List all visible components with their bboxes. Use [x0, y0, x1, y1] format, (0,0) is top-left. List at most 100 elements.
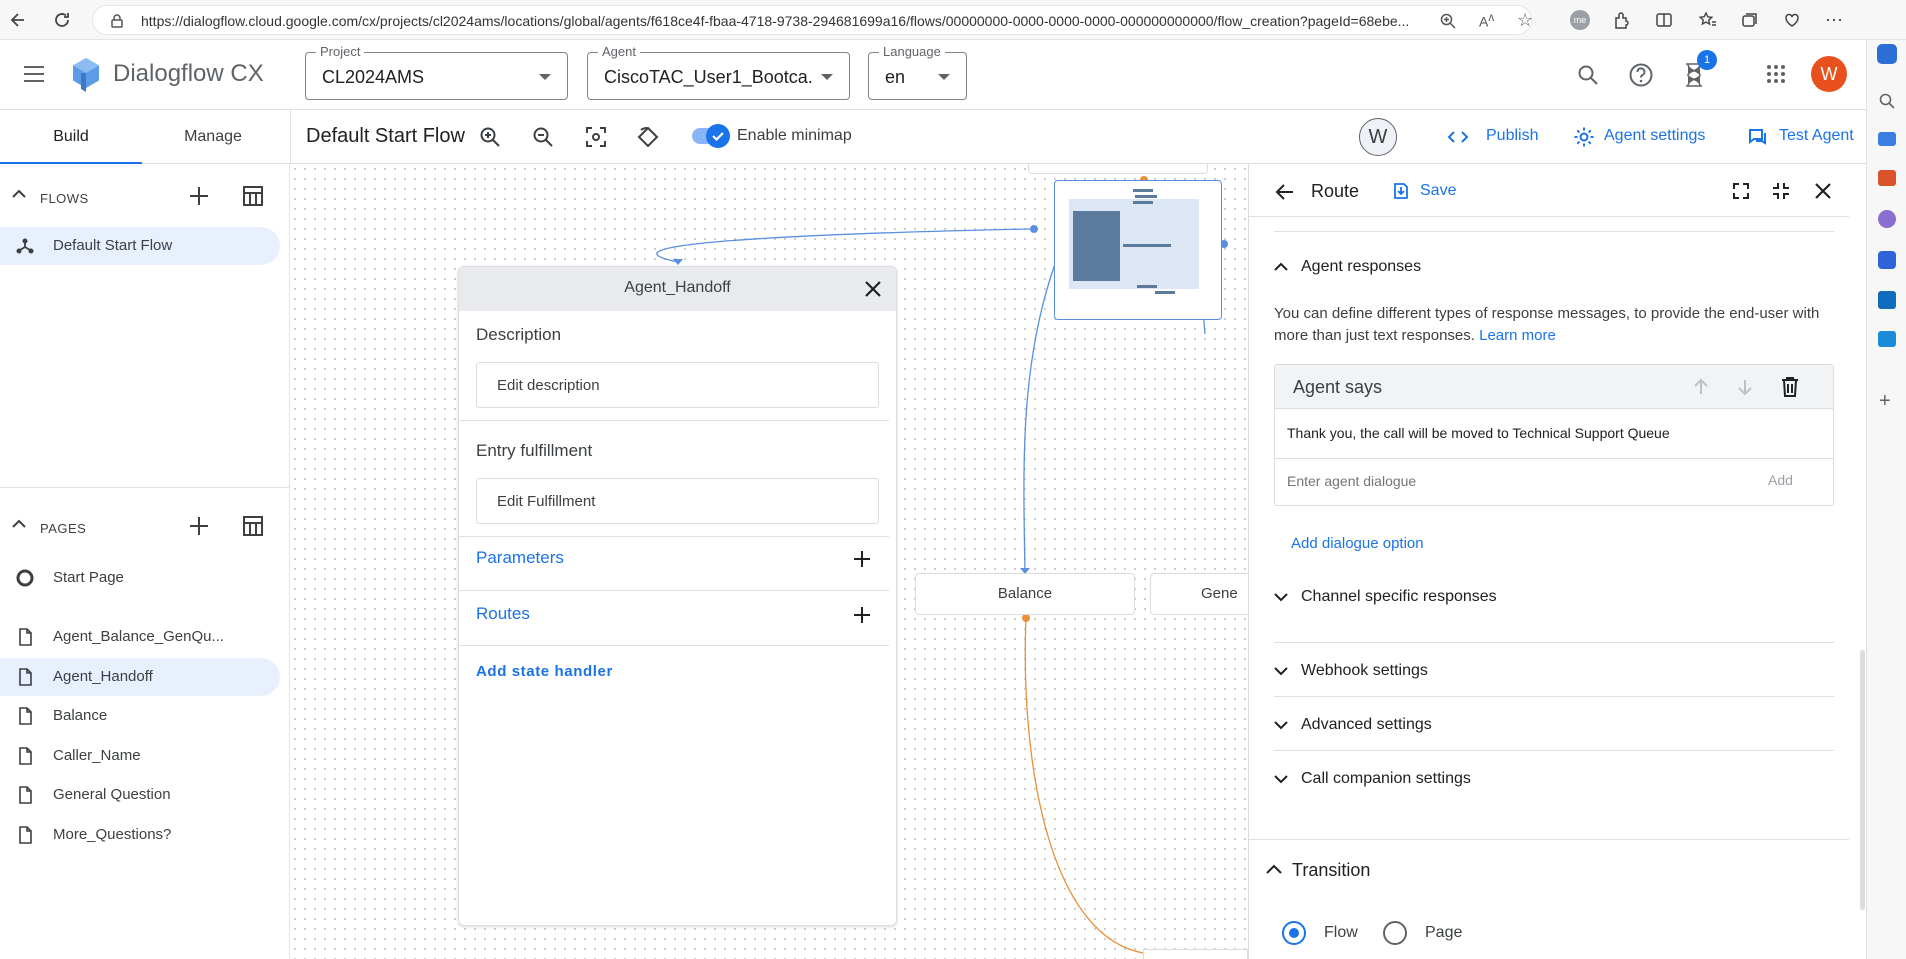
left-navigation: FLOWS Default Start Flow PAGES Start Pag…: [0, 164, 290, 959]
apps-grid-icon[interactable]: [1766, 64, 1786, 84]
add-dialogue-option-link[interactable]: Add dialogue option: [1291, 535, 1424, 552]
extensions-icon[interactable]: [1610, 8, 1634, 32]
chevron-up-icon[interactable]: [12, 189, 26, 199]
close-icon[interactable]: [863, 279, 883, 299]
edit-description-button[interactable]: Edit description: [476, 362, 879, 408]
agent-says-text[interactable]: Thank you, the call will be moved to Tec…: [1287, 425, 1670, 441]
page-item-balance[interactable]: Balance: [0, 697, 280, 735]
address-bar[interactable]: https://dialogflow.cloud.google.com/cx/p…: [92, 5, 1533, 35]
minimap-node: [1073, 211, 1120, 281]
divider: [1275, 458, 1833, 459]
page-icon: [15, 627, 35, 647]
zoom-icon[interactable]: [1439, 12, 1457, 30]
page-item-agent-balance-genqu[interactable]: Agent_Balance_GenQu...: [0, 618, 280, 656]
add-route-icon[interactable]: [852, 605, 872, 625]
agent-responses-header[interactable]: Agent responses: [1274, 258, 1834, 280]
account-avatar[interactable]: W: [1811, 56, 1847, 92]
language-select[interactable]: Language en: [868, 44, 967, 100]
page-node-general-question[interactable]: Gene: [1150, 573, 1248, 615]
scrollbar-thumb[interactable]: [1860, 650, 1865, 910]
url-text[interactable]: https://dialogflow.cloud.google.com/cx/p…: [141, 13, 1451, 29]
close-icon[interactable]: [1814, 182, 1832, 200]
pages-table-icon[interactable]: [242, 515, 264, 537]
divider: [1249, 216, 1849, 217]
test-agent-button[interactable]: Test Agent: [1748, 125, 1862, 149]
split-screen-icon[interactable]: [1652, 8, 1676, 32]
more-menu-icon[interactable]: ⋯: [1822, 8, 1846, 32]
zoom-in-icon[interactable]: [478, 125, 502, 149]
back-arrow-icon[interactable]: [1274, 181, 1296, 203]
channel-specific-responses-header[interactable]: Channel specific responses: [1274, 588, 1834, 610]
save-button[interactable]: Save: [1392, 181, 1472, 203]
site-info-icon[interactable]: [109, 13, 125, 29]
flow-icon: [15, 236, 35, 256]
parameters-link[interactable]: Parameters: [476, 548, 564, 568]
microsoft-365-icon[interactable]: [1878, 251, 1896, 269]
page-item-start-page[interactable]: Start Page: [0, 559, 280, 597]
games-icon[interactable]: [1878, 210, 1896, 228]
add-sidebar-app-icon[interactable]: +: [1879, 390, 1891, 413]
transition-page-radio[interactable]: Page: [1383, 920, 1483, 946]
profile-icon[interactable]: me: [1568, 8, 1592, 32]
transition-header[interactable]: Transition: [1266, 860, 1834, 884]
agent-settings-button[interactable]: Agent settings: [1573, 125, 1718, 149]
pages-section-header[interactable]: PAGES: [0, 506, 290, 548]
delete-icon[interactable]: [1780, 376, 1800, 398]
move-up-icon[interactable]: [1691, 377, 1711, 397]
tab-build[interactable]: Build: [0, 110, 142, 164]
copilot-icon[interactable]: [1877, 44, 1897, 64]
tools-icon[interactable]: [1878, 170, 1896, 186]
fullscreen-icon[interactable]: [1731, 181, 1751, 201]
add-state-handler-link[interactable]: Add state handler: [476, 663, 613, 680]
transition-flow-radio[interactable]: Flow: [1282, 920, 1382, 946]
user-presence-avatar[interactable]: W: [1359, 118, 1397, 156]
main-menu-icon[interactable]: [22, 64, 46, 84]
agent-select[interactable]: Agent CiscoTAC_User1_Bootca...: [587, 44, 850, 100]
collections-icon[interactable]: [1738, 8, 1762, 32]
flows-table-icon[interactable]: [242, 185, 264, 207]
webhook-settings-header[interactable]: Webhook settings: [1274, 662, 1834, 684]
performance-icon[interactable]: [1780, 8, 1804, 32]
page-node-partial[interactable]: [1028, 164, 1208, 174]
flows-section-header[interactable]: FLOWS: [0, 176, 290, 218]
minimap[interactable]: [1054, 180, 1222, 320]
zoom-out-icon[interactable]: [531, 125, 555, 149]
edit-fulfillment-button[interactable]: Edit Fulfillment: [476, 478, 879, 524]
routes-link[interactable]: Routes: [476, 604, 530, 624]
refresh-icon[interactable]: [50, 8, 74, 32]
page-item-more-questions[interactable]: More_Questions?: [0, 816, 280, 854]
add-flow-icon[interactable]: [188, 185, 210, 207]
advanced-settings-header[interactable]: Advanced settings: [1274, 716, 1834, 738]
collapse-icon[interactable]: [1771, 181, 1791, 201]
page-node-partial[interactable]: [1143, 949, 1248, 959]
page-node-balance[interactable]: Balance: [915, 573, 1135, 615]
minimap-toggle[interactable]: [692, 124, 730, 148]
back-icon[interactable]: [6, 8, 30, 32]
project-select[interactable]: Project CL2024AMS: [305, 44, 568, 100]
drop-icon[interactable]: [1878, 331, 1896, 347]
add-parameter-icon[interactable]: [852, 549, 872, 569]
agent-dialogue-input[interactable]: [1287, 469, 1707, 493]
favorite-star-icon[interactable]: ☆: [1517, 10, 1533, 31]
fit-to-screen-icon[interactable]: [584, 125, 608, 149]
read-aloud-icon[interactable]: Aʌ: [1479, 11, 1494, 30]
add-page-icon[interactable]: [188, 515, 210, 537]
flow-item-default-start-flow[interactable]: Default Start Flow: [0, 227, 280, 265]
help-icon[interactable]: [1628, 62, 1654, 88]
shopping-tag-icon[interactable]: [1878, 132, 1896, 146]
page-item-general-question[interactable]: General Question: [0, 776, 280, 814]
call-companion-settings-header[interactable]: Call companion settings: [1274, 770, 1834, 792]
page-item-agent-handoff[interactable]: Agent_Handoff: [0, 658, 280, 696]
search-icon[interactable]: [1576, 63, 1600, 87]
search-icon[interactable]: [1878, 92, 1896, 110]
chevron-up-icon[interactable]: [12, 519, 26, 529]
move-down-icon[interactable]: [1735, 377, 1755, 397]
flow-title: Default Start Flow: [306, 125, 465, 147]
outlook-icon[interactable]: [1878, 291, 1896, 309]
reset-layout-icon[interactable]: [636, 125, 660, 149]
add-dialogue-button[interactable]: Add: [1768, 472, 1793, 488]
page-item-caller-name[interactable]: Caller_Name: [0, 737, 280, 775]
learn-more-link[interactable]: Learn more: [1479, 327, 1556, 344]
tab-manage[interactable]: Manage: [142, 110, 284, 164]
favorites-icon[interactable]: [1696, 8, 1720, 32]
